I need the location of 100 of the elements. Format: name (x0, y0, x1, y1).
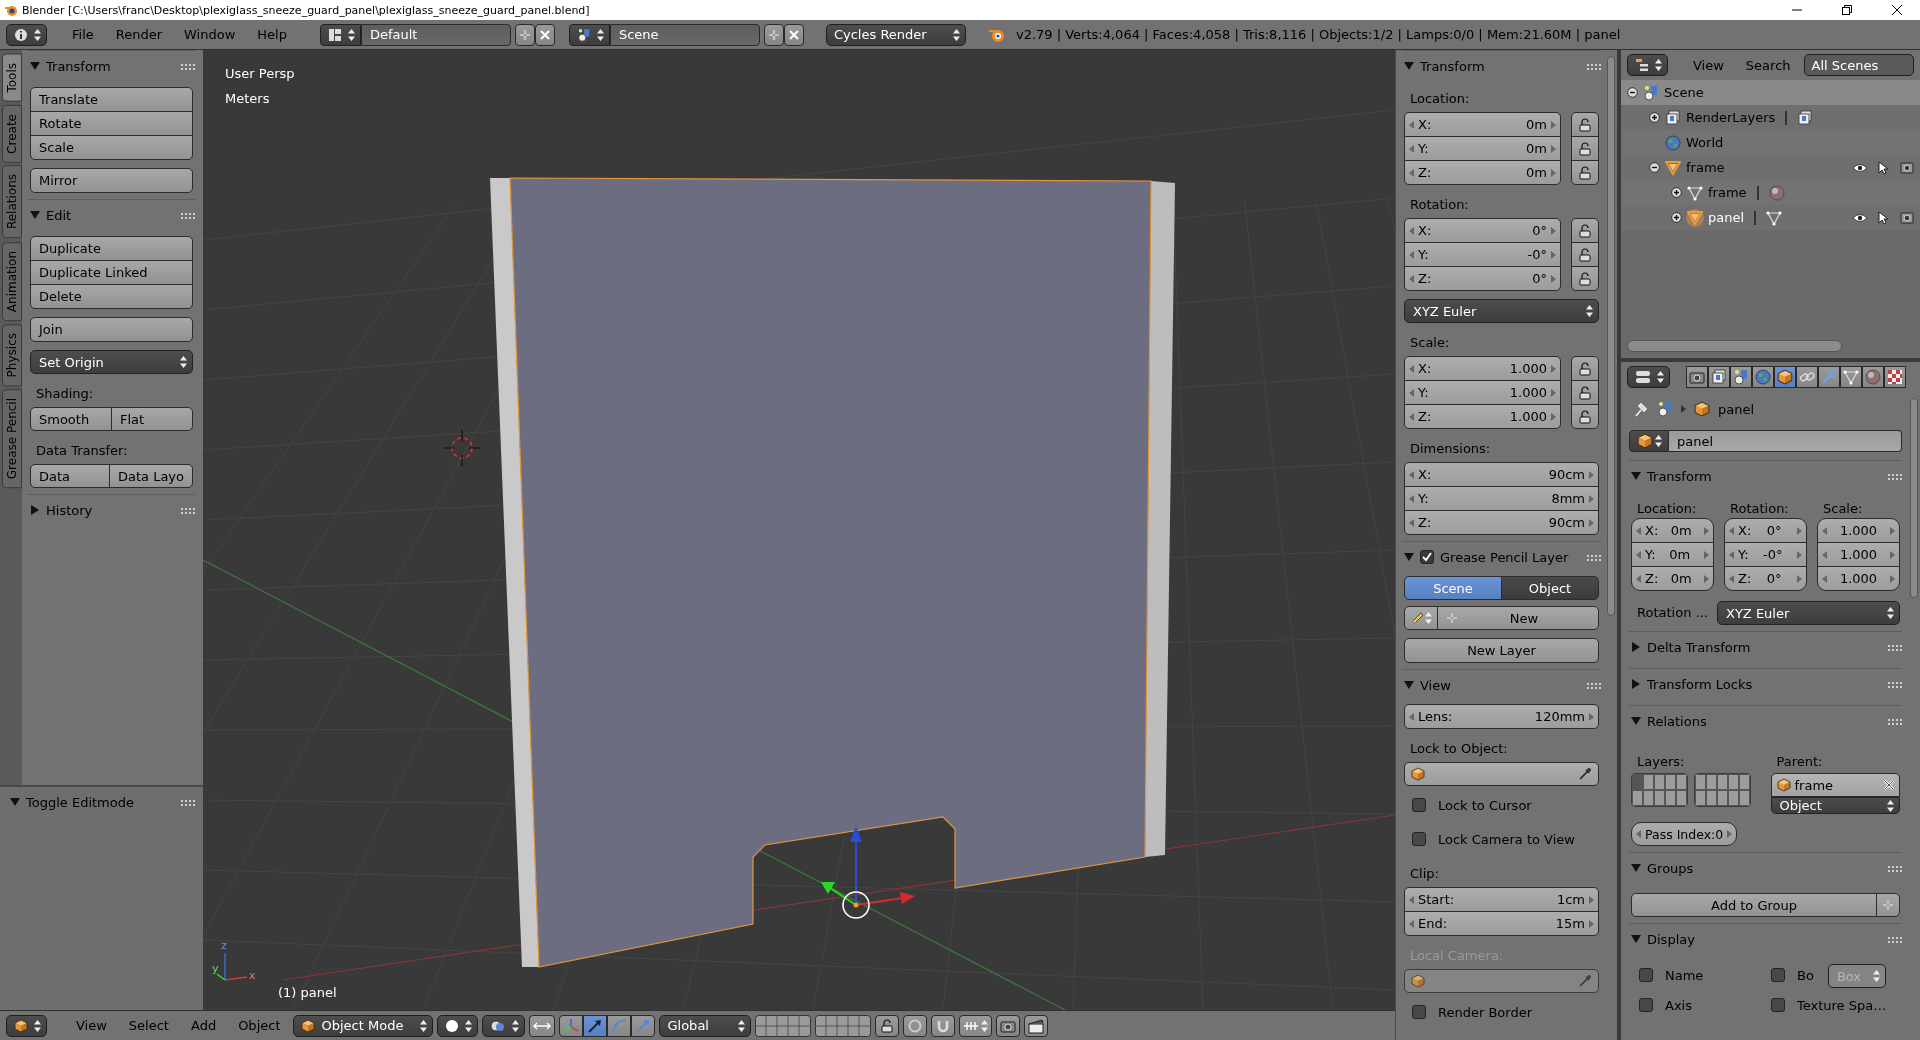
outliner-row[interactable]: RenderLayers (1621, 105, 1920, 130)
outliner-row[interactable]: World (1621, 130, 1920, 155)
tool-button[interactable]: Translate (30, 87, 193, 112)
outliner-row[interactable]: frame (1621, 155, 1920, 180)
item-name[interactable]: Scene (1664, 85, 1704, 100)
panel-title[interactable]: Transform (46, 58, 175, 74)
number-field[interactable]: X: 1.000 (1404, 356, 1561, 381)
number-field[interactable]: Y: -0° (1724, 542, 1807, 567)
tool-button[interactable]: Duplicate (30, 236, 193, 261)
panel-title[interactable]: Edit (46, 207, 175, 223)
outliner-row[interactable]: frame (1621, 180, 1920, 205)
dropdown[interactable]: Object (1770, 797, 1900, 814)
number-field[interactable]: Y: 8mm (1404, 486, 1599, 511)
item-name[interactable]: panel (1708, 210, 1745, 225)
number-field[interactable]: X: 0m (1404, 112, 1561, 137)
tool-button[interactable]: New Layer (1404, 638, 1599, 663)
shelf-tab[interactable]: Tools (2, 54, 22, 102)
menu-item[interactable]: Add (181, 1014, 226, 1037)
item-name[interactable]: frame (1708, 185, 1747, 200)
item-name[interactable]: RenderLayers (1686, 110, 1776, 125)
number-field[interactable]: Z: 0° (1724, 566, 1807, 591)
panel-title[interactable]: Transform Locks (1647, 676, 1882, 692)
number-field[interactable]: Z: 0m (1404, 160, 1561, 185)
number-field[interactable]: Z: 0° (1404, 266, 1561, 291)
panel-title[interactable]: Toggle Editmode (26, 794, 175, 810)
number-field[interactable]: Y: 1.000 (1404, 380, 1561, 405)
shelf-tab[interactable]: Relations (2, 165, 22, 239)
orientation-dropdown[interactable]: Global (659, 1014, 752, 1037)
panel-title[interactable]: View (1420, 677, 1581, 693)
menu-item[interactable]: View (1684, 54, 1733, 76)
panel-title[interactable]: History (46, 502, 175, 518)
number-field[interactable]: Z: 1.000 (1404, 404, 1561, 429)
shelf-tab[interactable]: Animation (2, 241, 22, 321)
parent-field[interactable]: frame (1770, 773, 1900, 797)
field-label: Parent: (1775, 753, 1824, 769)
layout-name-field[interactable]: Default (360, 23, 511, 46)
shelf-tab[interactable]: Create (2, 104, 22, 163)
tool-button[interactable]: Join (30, 317, 193, 342)
scene-name-field[interactable]: Scene (609, 23, 760, 46)
tool-button[interactable]: Delete (30, 284, 193, 309)
dropdown[interactable]: XYZ Euler (1717, 601, 1900, 625)
panel-title[interactable]: Transform (1647, 468, 1882, 484)
option-button[interactable]: Flat (111, 407, 193, 431)
number-field[interactable]: Z: 90cm (1404, 510, 1599, 535)
view-name: User Persp (225, 66, 295, 81)
mode-dropdown[interactable]: Object Mode (293, 1014, 434, 1037)
panel-title[interactable]: Display (1647, 931, 1882, 947)
number-field[interactable]: 1.000 (1817, 566, 1900, 591)
field-label: Shading: (35, 385, 95, 401)
field-label: Scale: (1822, 500, 1864, 516)
new-button[interactable]: New (1437, 606, 1599, 630)
outliner-row[interactable]: panel (1621, 205, 1920, 230)
display-mode-dropdown[interactable]: All Scenes (1803, 54, 1914, 76)
menu-item[interactable]: File (63, 23, 103, 46)
menu-item[interactable]: View (67, 1014, 116, 1037)
panel-title[interactable]: Delta Transform (1647, 639, 1882, 655)
option-button[interactable]: Data Layo (108, 464, 193, 488)
shelf-tab[interactable]: Grease Pencil (2, 389, 22, 489)
panel-title[interactable]: Grease Pencil Layer (1440, 549, 1581, 565)
tool-button[interactable]: Rotate (30, 111, 193, 136)
object-name-field[interactable]: panel (1669, 430, 1902, 452)
number-field[interactable]: X: 0m (1631, 518, 1714, 543)
number-field[interactable]: X: 0° (1724, 518, 1807, 543)
shelf-tab[interactable]: Physics (2, 323, 22, 387)
render-engine-dropdown[interactable]: Cycles Render (825, 23, 966, 46)
option-button[interactable]: Data (30, 464, 110, 488)
number-field[interactable]: Y: -0° (1404, 242, 1561, 267)
menu-item[interactable]: Render (106, 23, 172, 46)
field-label: Layers: (1636, 753, 1686, 769)
add-to-group-button[interactable]: Add to Group (1631, 893, 1877, 917)
menu-item[interactable]: Window (175, 23, 245, 46)
number-field[interactable]: Y: 0m (1404, 136, 1561, 161)
number-field[interactable]: X: 0° (1404, 218, 1561, 243)
toggle-button[interactable]: Object (1501, 576, 1599, 600)
menu-item[interactable]: Select (119, 1014, 178, 1037)
item-name[interactable]: World (1686, 135, 1724, 150)
toggle-button[interactable]: Scene (1404, 576, 1502, 600)
tool-button[interactable]: Scale (30, 135, 193, 160)
panel-title[interactable]: Relations (1647, 713, 1882, 729)
dropdown[interactable]: XYZ Euler (1404, 299, 1599, 323)
menu-item[interactable]: Search (1736, 54, 1800, 76)
outliner-row[interactable]: Scene (1621, 80, 1920, 105)
number-field[interactable]: Y: 0m (1631, 542, 1714, 567)
item-name[interactable]: frame (1686, 160, 1725, 175)
tool-button[interactable]: Duplicate Linked (30, 260, 193, 285)
number-field[interactable]: End: 15m (1404, 911, 1599, 936)
number-field[interactable]: 1.000 (1817, 518, 1900, 543)
menu-item[interactable]: Object (229, 1014, 290, 1037)
number-field[interactable]: Lens: 120mm (1404, 704, 1599, 729)
number-field[interactable]: Start: 1cm (1404, 887, 1599, 912)
option-button[interactable]: Smooth (30, 407, 112, 431)
number-field[interactable]: X: 90cm (1404, 462, 1599, 487)
number-field[interactable]: Pass Index:0 (1631, 822, 1738, 846)
panel-title[interactable]: Transform (1420, 58, 1581, 74)
menu-item[interactable]: Help (248, 23, 296, 46)
tool-button[interactable]: Mirror (30, 168, 193, 193)
number-field[interactable]: Z: 0m (1631, 566, 1714, 591)
number-field[interactable]: 1.000 (1817, 542, 1900, 567)
panel-title[interactable]: Groups (1647, 860, 1882, 876)
dropdown[interactable]: Set Origin (30, 350, 193, 374)
